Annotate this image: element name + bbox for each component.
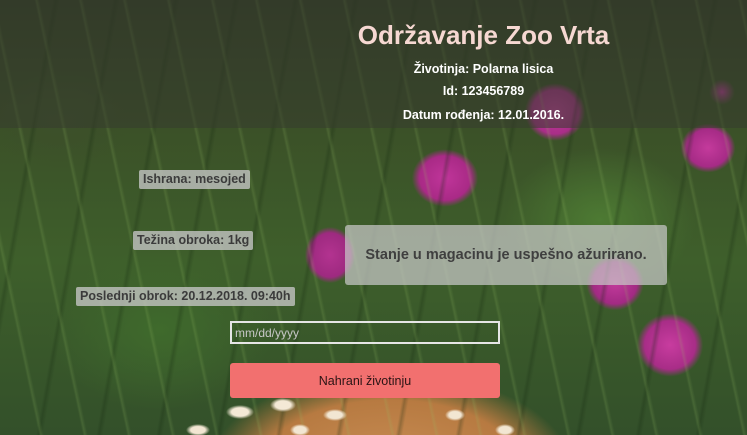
feeding-date-input[interactable] bbox=[230, 321, 500, 344]
meal-weight-label: Težina obroka: 1kg bbox=[133, 231, 254, 250]
animal-id: Id: 123456789 bbox=[442, 84, 525, 98]
success-notice-text: Stanje u magacinu je uspešno ažurirano. bbox=[365, 247, 647, 263]
last-meal-label: Poslednji obrok: 20.12.2018. 09:40h bbox=[76, 287, 295, 306]
page-title: Održavanje Zoo Vrta bbox=[357, 20, 610, 50]
animal-birth-date: Datum rođenja: 12.01.2016. bbox=[402, 108, 565, 122]
diet-label: Ishrana: mesojed bbox=[139, 170, 250, 189]
animal-name: Životinja: Polarna lisica bbox=[413, 62, 554, 76]
success-notice: Stanje u magacinu je uspešno ažurirano. bbox=[345, 225, 667, 285]
feed-animal-button[interactable]: Nahrani životinju bbox=[230, 363, 500, 398]
